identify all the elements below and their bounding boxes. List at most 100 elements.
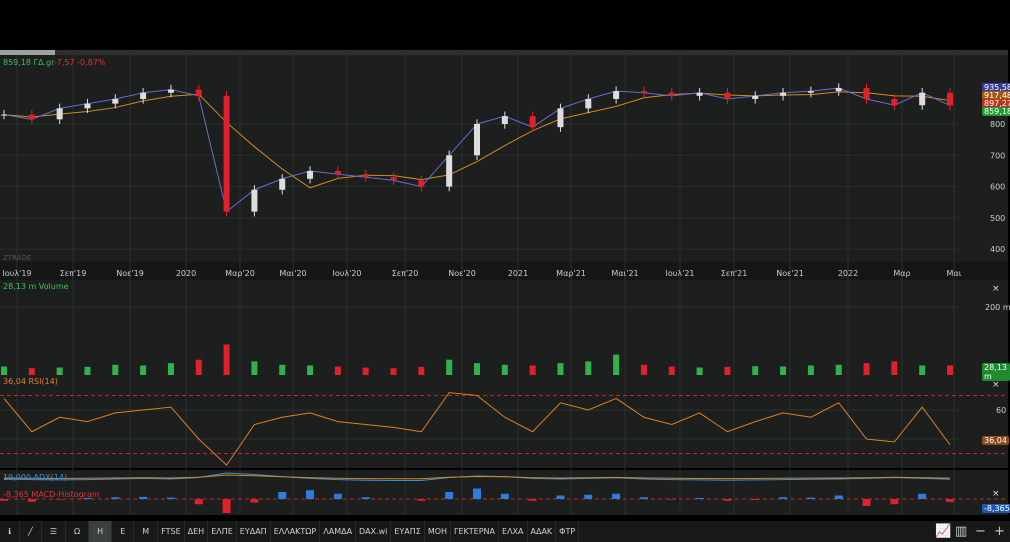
volume-bar [251,361,258,375]
chart-type-icon[interactable]: 📈 [935,521,951,542]
x-tick-label: Σεπ'21 [721,269,748,278]
close-volume-icon[interactable]: × [992,284,1000,294]
volume-bar [835,364,842,375]
x-tick-label: Μαι'21 [611,269,638,278]
macd-bar [111,497,120,499]
candle [28,114,35,120]
macd-bar [500,493,509,499]
quote-header: 859,18 ΓΔ.gr-7,57 -0,87% [3,58,105,67]
candle [613,91,620,99]
volume-bar [863,363,870,375]
macd-bar [445,492,454,499]
toolbar-item[interactable]: ΜΟΗ [425,521,452,542]
candle [947,92,953,106]
y-tick-label: 60 [996,406,1006,415]
volume-bar [640,364,647,375]
candle [446,155,453,187]
volume-label: 28,13 m Volume [3,282,69,291]
toolbar-item[interactable]: ΓΕΚΤΕΡΝΑ [451,521,500,542]
draw-line-button[interactable]: ╱ [20,521,42,542]
candle [418,180,425,187]
volume-bar [474,363,480,375]
candle [167,89,174,93]
volume-bar [362,367,369,375]
bar-chart-icon[interactable]: ▥ [955,521,967,542]
candle [529,116,536,128]
toolbar-item[interactable]: ΕΥΑΠΣ [391,521,425,542]
volume-bar [807,365,814,375]
candle [724,92,731,99]
pane-bg [0,280,1008,375]
toolbar-item[interactable]: DAX.wi [356,521,392,542]
info-button[interactable]: ℹ [0,521,21,542]
macd-bar [751,499,760,501]
volume-bar [140,365,147,375]
lines-button[interactable]: ☰ [42,521,67,542]
macd-bar [806,497,815,499]
adx-label: 19,000 ADX(14) [3,473,68,482]
toolbar-item[interactable]: Μ [134,521,159,542]
toolbar-item[interactable]: FTSE [158,521,185,542]
candle [251,189,258,212]
volume-bar [557,363,564,375]
candle [334,170,341,175]
toolbar-item[interactable]: ΕΛΠΕ [208,521,237,542]
volume-bar [613,354,620,375]
x-tick-label: 2021 [508,269,528,278]
toolbar-item[interactable]: ΕΥΔΑΠ [237,521,271,542]
volume-bar [112,364,119,375]
toolbar-item[interactable]: ΛΑΜΔΑ [320,521,357,542]
toolbar-item[interactable]: Η [89,521,113,542]
zoom-out-icon[interactable]: − [975,521,986,542]
candle [585,98,592,109]
volume-bar [696,367,703,375]
toolbar-item[interactable]: ΕΛΧΑ [499,521,528,542]
candle [780,92,787,96]
toolbar-item[interactable]: Ε [112,521,135,542]
macd-bar [222,499,231,513]
candle [140,92,147,99]
toolbar-item[interactable]: Ω [66,521,90,542]
candle [807,91,814,93]
macd-bar [333,493,342,499]
pane-bg [0,375,1008,468]
rsi-label: 36,04 RSI(14) [3,377,58,386]
macd-bar [361,497,370,499]
toolbar-item[interactable]: ΔΕΗ [185,521,209,542]
x-tick-label: Μαρ [893,269,910,278]
x-tick-label: Μαρ'20 [225,269,255,278]
quote-price: 859,18 ΓΔ.gr [3,58,54,67]
macd-bar [250,499,259,503]
last-value-tag: 36,04 [982,436,1009,445]
volume-bar [223,344,230,375]
volume-bar [947,365,953,375]
volume-bar [780,366,787,375]
toolbar-item[interactable]: ΑΔΑΚ [528,521,557,542]
x-tick-label: Μαι [947,269,962,278]
volume-bar [390,368,397,375]
candle [56,108,63,120]
volume-bar [195,359,202,375]
volume-bar [668,366,675,375]
volume-bar [56,367,63,375]
volume-bar [84,366,91,375]
x-tick-label: 2022 [838,269,858,278]
x-tick-label: Ιουλ'19 [3,269,32,278]
toolbar-item[interactable]: ΕΛΛΑΚΤΩΡ [271,521,321,542]
macd-bar [862,499,871,506]
candle [84,103,91,109]
volume-bar [529,365,536,375]
close-rsi-icon[interactable]: × [992,380,1000,390]
macd-bar [0,499,8,501]
candle [640,91,647,93]
x-tick-label: Νοε'21 [776,269,804,278]
close-macd-icon[interactable]: × [992,489,1000,499]
volume-bar [752,366,759,375]
candle [891,98,898,106]
zoom-in-icon[interactable]: + [994,521,1005,542]
macd-bar [723,499,732,501]
pane-bg [0,55,1008,262]
candle [307,170,314,179]
toolbar-item[interactable]: ΦΤΡ [556,521,580,542]
top-bar [0,0,1010,50]
